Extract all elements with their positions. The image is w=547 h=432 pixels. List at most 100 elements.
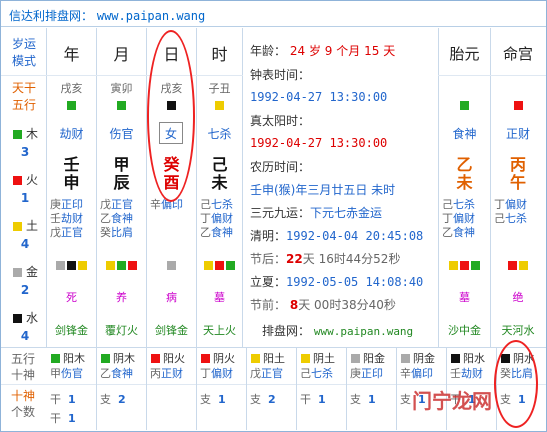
element-3: 金2 bbox=[4, 258, 46, 304]
pillar-zhi: 辰 bbox=[113, 173, 130, 192]
element-square bbox=[167, 260, 176, 270]
element-square bbox=[128, 260, 137, 270]
element-1: 火1 bbox=[4, 166, 46, 212]
grid-line bbox=[96, 348, 97, 430]
yinyang-label: 阳土 bbox=[263, 352, 285, 365]
hidden-gan: 丁 bbox=[494, 198, 505, 211]
age-sui: 岁 bbox=[308, 44, 321, 58]
tiangan-label: 天干 bbox=[11, 81, 36, 95]
minggong-shishen: 正财 bbox=[505, 126, 530, 141]
pillar-hidden-stems: 己七杀 丁偏财 乙食神 bbox=[200, 198, 245, 240]
jieqian-hour: 00 bbox=[314, 298, 330, 312]
watermark: 门宁龙网 bbox=[412, 389, 492, 413]
element-square bbox=[117, 100, 126, 110]
count-cell: 干 1 bbox=[300, 392, 346, 407]
bottom-left-bot: 十神 个数 bbox=[2, 387, 44, 421]
hidden-gan: 戊 bbox=[50, 226, 61, 239]
lixia-time: 1992-05-05 14:08:40 bbox=[286, 275, 424, 289]
site-header: 信达利排盘网： www.paipan.wang bbox=[1, 1, 546, 27]
shishen-row: 辛偏印 bbox=[400, 366, 446, 381]
element-2: 土4 bbox=[4, 212, 46, 258]
taiyuan-nayin: 沙中金 bbox=[448, 324, 481, 337]
pillar-shishen: 伤官 bbox=[109, 126, 134, 141]
bottom-shishen: 正印 bbox=[361, 367, 383, 380]
element-square bbox=[67, 260, 76, 270]
wuxing-label: 五行 bbox=[11, 98, 36, 112]
hidden-stem: 丁偏财 bbox=[494, 198, 547, 212]
element-4: 水4 bbox=[4, 304, 46, 350]
zhentaiyang-label: 真太阳时： bbox=[250, 114, 311, 128]
pillar-marks bbox=[47, 258, 96, 272]
pillar-nayin: 剑锋金 bbox=[55, 324, 88, 337]
jiehou-min: 44 bbox=[345, 252, 362, 266]
hidden-shishen: 食神 bbox=[211, 226, 233, 239]
pillar-nayin: 覆灯火 bbox=[105, 324, 138, 337]
count-label: 干 bbox=[50, 393, 61, 406]
highlight-oval bbox=[494, 340, 538, 428]
pillar-ganzhi: 甲辰 bbox=[97, 154, 146, 194]
paipan-line: 排盘网： www.paipan.wang bbox=[262, 322, 413, 339]
hidden-gan: 乙 bbox=[100, 212, 111, 225]
wuxing-row-label: 五行 bbox=[10, 352, 35, 366]
bottom-shishen: 正财 bbox=[161, 367, 183, 380]
hidden-stem: 己七杀 bbox=[442, 198, 493, 212]
taiyuan-ganzhi: 乙未 bbox=[439, 154, 490, 194]
element-square bbox=[401, 354, 410, 363]
count-cell: 干 1 bbox=[50, 392, 96, 407]
jiehou-day: 22 bbox=[286, 252, 303, 266]
element-square bbox=[513, 100, 523, 110]
minggong-hidden-stems: 丁偏财 己七杀 bbox=[494, 198, 547, 226]
bottom-gan: 庚 bbox=[350, 367, 361, 380]
hidden-stem: 戊正官 bbox=[50, 226, 99, 240]
bottom-gan: 己 bbox=[300, 367, 311, 380]
yinyang-label: 阴金 bbox=[413, 352, 435, 365]
jiehou-label: 节后： bbox=[250, 252, 287, 266]
taiyuan-square bbox=[439, 98, 490, 112]
hidden-gan: 辛 bbox=[150, 198, 161, 211]
lixia-label: 立夏： bbox=[250, 275, 287, 289]
pillar-hidden-stems: 庚正印 壬劫财 戊正官 bbox=[50, 198, 99, 240]
age-years: 24 bbox=[289, 44, 306, 58]
element-name: 土 bbox=[25, 219, 38, 233]
qingming-time: 1992-04-04 20:45:08 bbox=[286, 229, 424, 243]
hidden-stem: 乙食神 bbox=[100, 212, 149, 226]
element-square bbox=[449, 260, 458, 270]
pillar-label-1: 月 bbox=[113, 45, 130, 64]
qingming-label: 清明： bbox=[250, 229, 287, 243]
grid-line bbox=[196, 348, 197, 430]
yinyang-row: 阴金 bbox=[400, 351, 446, 366]
taiyuan-hidden-stems: 己七杀 丁偏财 乙食神 bbox=[442, 198, 493, 240]
shishen-row: 壬劫财 bbox=[450, 366, 496, 381]
suiyun-moshi: 岁运 模式 bbox=[2, 34, 46, 72]
hidden-shishen: 正印 bbox=[61, 198, 83, 211]
taiyuan-state: 墓 bbox=[459, 291, 470, 304]
element-square bbox=[51, 354, 60, 363]
bottom-left-top: 五行 十神 bbox=[2, 350, 44, 384]
minggong-state: 绝 bbox=[512, 291, 524, 304]
nongli-date: 壬申(猴)年三月廿五日 未时 bbox=[250, 183, 396, 197]
pillar-square bbox=[47, 98, 96, 112]
element-square bbox=[351, 354, 360, 363]
yinyang-row: 阴土 bbox=[300, 351, 346, 366]
element-square bbox=[451, 354, 460, 363]
grid-line bbox=[146, 348, 147, 430]
pillar-shishen: 劫财 bbox=[59, 126, 84, 141]
site-url[interactable]: www.paipan.wang bbox=[97, 9, 205, 23]
bottom-gan: 戊 bbox=[250, 367, 261, 380]
paipan-url[interactable]: www.paipan.wang bbox=[314, 325, 413, 338]
count-value: 1 bbox=[218, 393, 226, 406]
element-square bbox=[508, 260, 517, 270]
jiehou-unit-h: 时 bbox=[333, 252, 346, 266]
shishen-row: 庚正印 bbox=[350, 366, 396, 381]
pillar-kongwang: 子丑 bbox=[208, 82, 231, 95]
bottom-shishen: 伤官 bbox=[61, 367, 83, 380]
element-count: 3 bbox=[20, 145, 30, 159]
element-square bbox=[201, 354, 210, 363]
hidden-gan: 己 bbox=[494, 212, 505, 225]
count-label: 支 bbox=[200, 393, 211, 406]
bottom-gan: 丙 bbox=[150, 367, 161, 380]
yinyang-row: 阳金 bbox=[350, 351, 396, 366]
grid-line bbox=[296, 348, 297, 430]
jiehou-sec: 52 bbox=[373, 252, 389, 266]
hidden-gan: 丁 bbox=[200, 212, 211, 225]
